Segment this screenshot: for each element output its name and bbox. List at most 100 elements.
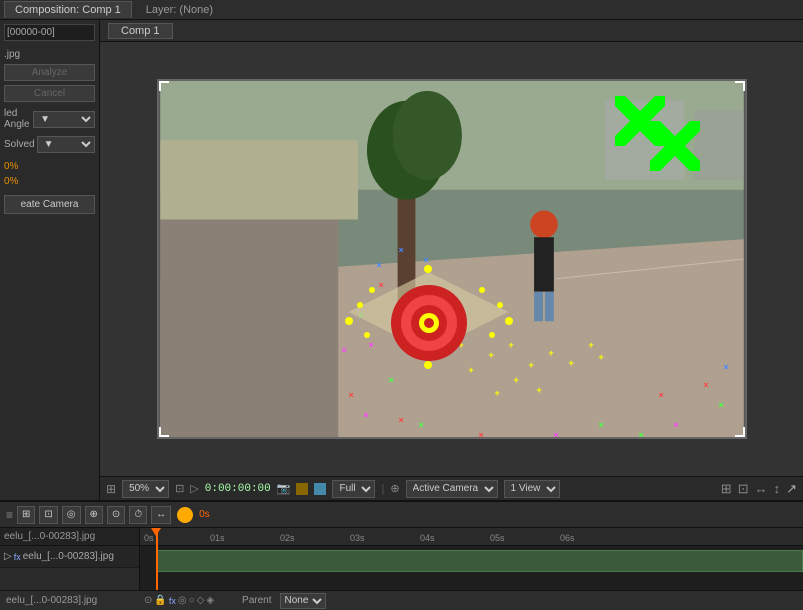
solved-select[interactable]: ▼ [37,136,95,153]
ruler-02s: 02s [280,533,295,543]
timeline-btn-6[interactable]: ⏱ [129,506,147,524]
layer-track-bar [156,550,803,572]
target-y4 [489,332,495,338]
ruler-03s: 03s [350,533,365,543]
status-bar: eelu_[...0-00283].jpg ⊙ 🔒 fx ◎ ○ ◇ ◈ Par… [0,590,803,610]
playhead-line [156,528,158,590]
solved-label: Solved [4,139,35,150]
icon-1: ⊡ [175,482,184,495]
layer-controls: ⊙ 🔒 fx ◎ ○ ◇ ◈ [144,595,214,606]
composition-tab[interactable]: Composition: Comp 1 [4,1,132,18]
parent-label: Parent [242,595,271,606]
percent-row-2: 0% [4,176,95,187]
motion-icon: ◎ [178,595,187,606]
timeline-ruler: 0s 01s 02s 03s 04s 05s 06s [140,528,803,546]
corner-br [735,427,745,437]
target-y6 [497,302,503,308]
tool-icon-2: ⊡ [738,481,749,497]
name-label: eelu_[...0-00283].jpg [4,531,95,542]
timeline-btn-2[interactable]: ⊡ [39,506,57,524]
target-handle-bottom [424,361,432,369]
top-tab-bar: Composition: Comp 1 Layer: (None) [0,0,803,20]
target-handle-top [424,265,432,273]
target-y2 [479,287,485,293]
separator-1: | [381,483,384,495]
target-y1 [369,287,375,293]
lock-icon: 🔒 [154,595,166,606]
timeline-area: ≡ ⊞ ⊡ ◎ ⊕ ⊙ ⏱ ↔ 0s eelu_[...0-00283].jpg… [0,500,803,590]
zoom-select[interactable]: 50% [122,480,169,498]
timeline-timecode: 0s [199,509,210,520]
ruler-01s: 01s [210,533,225,543]
camera-select[interactable]: Active Camera [406,480,498,498]
corner-bl [159,427,169,437]
angle-select[interactable]: ▼ [33,111,95,128]
corner-tr [735,81,745,91]
icon-2: ▷ [190,482,198,495]
timeline-btn-5[interactable]: ⊙ [107,506,125,524]
percent-row-1: 0% [4,161,95,172]
ruler-04s: 04s [420,533,435,543]
target-container [349,267,509,367]
comp-1-tab[interactable]: Comp 1 [108,23,173,39]
bullseye-dot [424,318,434,328]
camera-icon: 📷 [277,482,291,495]
icon-3: ⊕ [390,482,399,495]
target-y3 [364,332,370,338]
target-handle-left [345,317,353,325]
create-camera-button[interactable]: eate Camera [4,195,95,214]
ruler-06s: 06s [560,533,575,543]
tool-icon-5: ↗ [786,481,797,497]
cancel-button[interactable]: Cancel [4,85,95,102]
timeline-btn-7[interactable]: ↔ [151,506,171,524]
color-swatch-2 [314,483,326,495]
filename-label: .jpg [4,49,95,60]
timeline-btn-1[interactable]: ⊞ [17,506,35,524]
collapse-icon: ◇ [197,595,205,606]
viewport-wrapper[interactable]: + + + + + + + + + + + + × × × × × × × [100,42,803,476]
left-panel: [00000-00] .jpg Analyze Cancel led Angle… [0,20,100,500]
icon-group-left: ⊞ [106,482,116,496]
quality-select[interactable]: Full [332,480,375,498]
green-x-2 [650,121,700,171]
timecode-display: [00000-00] [4,24,95,41]
view-count-select[interactable]: 1 View [504,480,560,498]
grid-icon: ⊞ [106,482,116,496]
tool-icon-3: ↔ [755,481,768,496]
tool-icon-4: ↕ [774,481,781,496]
timeline-toolbar: ≡ ⊞ ⊡ ◎ ⊕ ⊙ ⏱ ↔ 0s [0,502,803,528]
layer-icon: ▷ [4,551,12,562]
quality-icon: ◈ [206,595,214,606]
percent-1: 0% [4,161,18,172]
viewport[interactable]: + + + + + + + + + + + + × × × × × × × [157,79,747,439]
layer-label: Layer: (None) [146,4,213,16]
timeline-content: eelu_[...0-00283].jpg ▷ fx eelu_[...0-00… [0,528,803,590]
angle-label: led Angle [4,108,31,130]
composition-tab-label: Composition: Comp 1 [15,4,121,16]
color-swatch-1 [296,483,308,495]
solo-icon: ⊙ [144,595,152,606]
layer-name-text: eelu_[...0-00283].jpg [23,551,114,562]
timecode-value: 0:00:00:00 [205,483,271,495]
name-col-label: eelu_[...0-00283].jpg [6,595,136,606]
timeline-btn-4[interactable]: ⊕ [85,506,103,524]
parent-select[interactable]: None [280,593,326,609]
viewer-bottom-toolbar: ⊞ 50% ⊡ ▷ 0:00:00:00 📷 Full | ⊕ Active C… [100,476,803,500]
timeline-layers: eelu_[...0-00283].jpg ▷ fx eelu_[...0-00… [0,528,140,590]
timeline-icon-1: ≡ [6,508,13,522]
blend-icon: ○ [189,595,195,606]
percent-2: 0% [4,176,18,187]
analyze-button[interactable]: Analyze [4,64,95,81]
viewer-area: Comp 1 [100,20,803,500]
ruler-05s: 05s [490,533,505,543]
timeline-track-area[interactable]: 0s 01s 02s 03s 04s 05s 06s [140,528,803,590]
timeline-btn-3[interactable]: ◎ [62,506,81,524]
playhead-marker [177,507,193,523]
comp-1-tab-label: Comp 1 [121,25,160,37]
fx-label: fx [169,596,176,606]
timeline-layer-1[interactable]: ▷ fx eelu_[...0-00283].jpg [0,546,139,568]
target-handle-right [505,317,513,325]
green-x-container [605,96,705,176]
tool-icon-1: ⊞ [721,481,732,497]
target-y5 [357,302,363,308]
